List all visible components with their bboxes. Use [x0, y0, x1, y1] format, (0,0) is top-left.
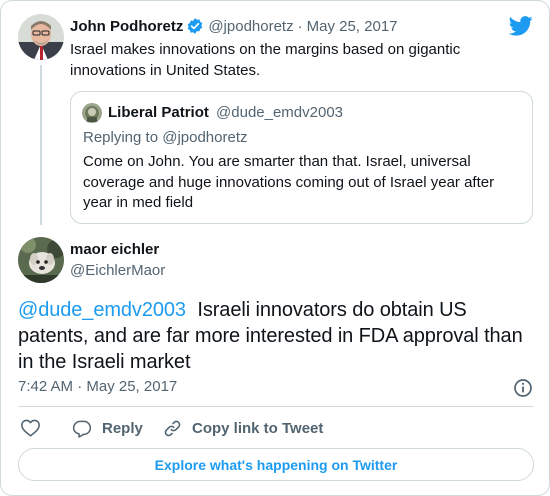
- parent-author-name[interactable]: John Podhoretz: [70, 18, 183, 35]
- reply-icon: [72, 420, 92, 438]
- verified-badge-icon: [186, 17, 204, 35]
- replying-to-text[interactable]: Replying to @jpodhoretz: [83, 129, 248, 146]
- quoted-author-avatar[interactable]: [82, 103, 102, 123]
- parent-tweet-date[interactable]: May 25, 2017: [307, 18, 398, 35]
- action-bar-divider: [18, 406, 534, 407]
- quoted-tweet-line-3: year in med field: [83, 194, 194, 211]
- quoted-tweet-line-1: Come on John. You are smarter than that.…: [83, 153, 471, 170]
- like-button[interactable]: [20, 418, 42, 438]
- header-separator: ·: [297, 17, 303, 35]
- parent-tweet-line-1: Israel makes innovations on the margins …: [70, 41, 461, 58]
- info-icon[interactable]: [513, 378, 533, 398]
- tweet-embed-card: John Podhoretz @jpodhoretz · May 25, 201…: [0, 0, 550, 496]
- main-tweet-timestamp[interactable]: 7:42 AM · May 25, 2017: [18, 378, 177, 395]
- thread-connector-line: [40, 65, 42, 225]
- quoted-tweet-text: Come on John. You are smarter than that.…: [83, 152, 494, 214]
- main-tweet-text: @dude_emdv2003 Israeli innovators do obt…: [18, 297, 523, 375]
- main-tweet-line-1-rest: Israeli innovators do obtain US: [197, 299, 467, 321]
- copy-link-button[interactable]: Copy link to Tweet: [163, 418, 323, 438]
- quoted-tweet-header: Liberal Patriot @dude_emdv2003: [108, 104, 343, 121]
- main-tweet-line-2: patents, and are far more interested in …: [18, 325, 523, 347]
- parent-author-handle[interactable]: @jpodhoretz: [208, 18, 293, 35]
- mention-link[interactable]: @dude_emdv2003: [18, 299, 186, 321]
- parent-tweet-line-2: innovations in United States.: [70, 62, 261, 79]
- explore-twitter-label: Explore what's happening on Twitter: [154, 456, 398, 473]
- heart-icon: [21, 419, 40, 437]
- main-tweet-line-3: in the Israeli market: [18, 351, 191, 373]
- quoted-tweet-line-2: coverage and huge innovations coming out…: [83, 173, 495, 191]
- link-icon: [164, 420, 181, 436]
- twitter-logo-icon[interactable]: [508, 15, 533, 37]
- main-author-avatar[interactable]: [18, 237, 64, 283]
- reply-label[interactable]: Reply: [102, 420, 143, 437]
- explore-twitter-button[interactable]: Explore what's happening on Twitter: [18, 448, 534, 481]
- quoted-tweet-card[interactable]: Liberal Patriot @dude_emdv2003 Replying …: [70, 91, 533, 224]
- reply-button[interactable]: Reply: [72, 418, 143, 438]
- main-author-name[interactable]: maor eichler: [70, 241, 159, 258]
- parent-tweet-header: John Podhoretz @jpodhoretz · May 25, 201…: [70, 16, 398, 36]
- main-tweet-line-1: @dude_emdv2003 Israeli innovators do obt…: [18, 297, 523, 323]
- main-author-handle[interactable]: @EichlerMaor: [70, 262, 165, 279]
- copy-link-label[interactable]: Copy link to Tweet: [192, 420, 323, 437]
- parent-tweet-text: Israel makes innovations on the margins …: [70, 39, 460, 81]
- quoted-author-name[interactable]: Liberal Patriot: [108, 104, 209, 121]
- parent-author-avatar[interactable]: [18, 14, 64, 60]
- quoted-author-handle[interactable]: @dude_emdv2003: [216, 104, 343, 121]
